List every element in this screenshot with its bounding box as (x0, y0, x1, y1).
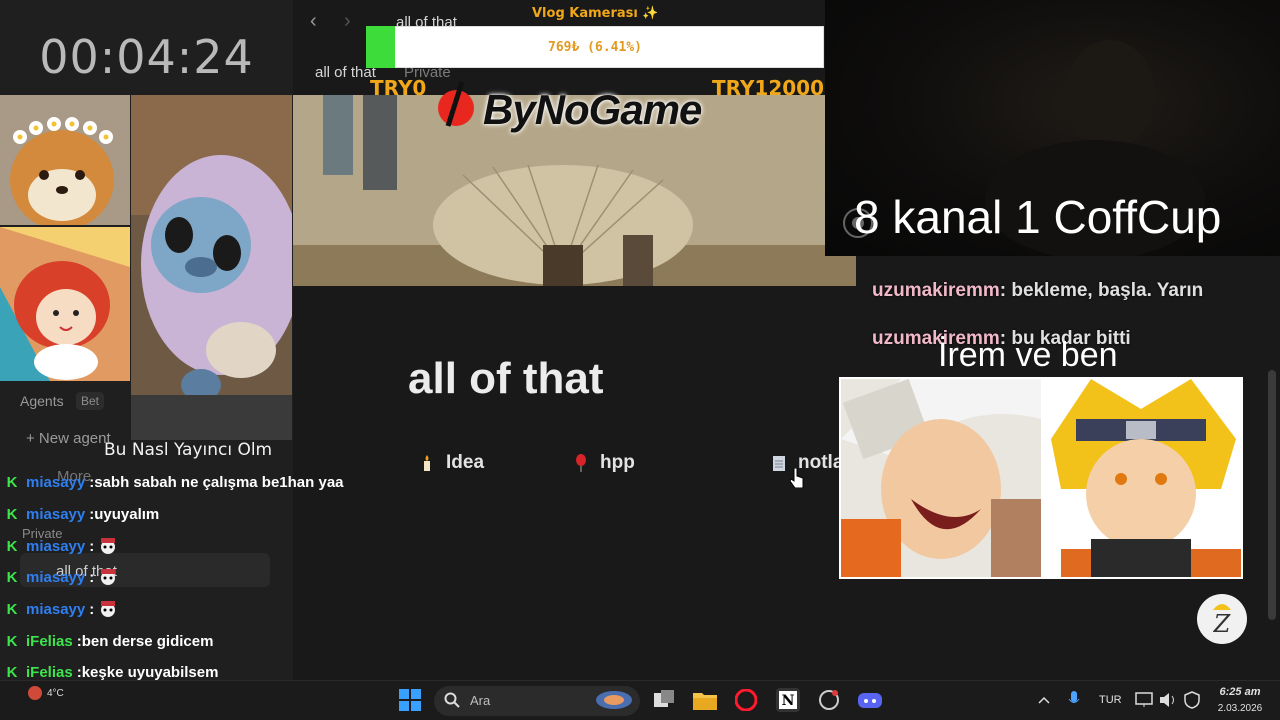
chat-separator: : (89, 537, 95, 555)
chat-line: Kmiasayy: (4, 565, 120, 589)
ponyo-photo (0, 227, 130, 381)
balloon-icon (574, 454, 588, 472)
kick-badge-icon: K (6, 537, 18, 555)
chat-separator: : (89, 568, 95, 586)
shield-icon[interactable] (1180, 688, 1204, 712)
sponsor-logo: ByNoGame (483, 86, 702, 133)
shiba-plush-photo (0, 95, 130, 225)
chat-username: miasayy (26, 473, 86, 491)
duck-logo-button[interactable]: Z (1197, 594, 1247, 644)
obs-icon[interactable] (817, 688, 841, 712)
chat-username: iFelias (26, 663, 73, 681)
link-notla[interactable]: notla (772, 452, 843, 474)
forward-arrow-icon[interactable]: › (344, 10, 351, 33)
chat-line: KiFelias: ben derse gidicem (4, 629, 214, 653)
anime-duo-image (839, 377, 1243, 579)
beta-badge: Bet (76, 392, 105, 410)
chat-username: miasayy (26, 505, 86, 523)
notepad-icon (772, 454, 786, 472)
svg-text:Z: Z (1213, 610, 1232, 638)
clock-date[interactable]: 2.03.2026 (1210, 703, 1270, 714)
photo-caption: Bu Nasl Yayıncı Olm (104, 440, 273, 460)
donation-goal-title: Vlog Kamerası ✨ (532, 6, 659, 21)
language-indicator[interactable]: TUR (1099, 694, 1122, 706)
file-explorer-icon[interactable] (693, 688, 717, 712)
chat-username: uzumakiremm (872, 280, 1000, 301)
chat-message: bekleme, başla. Yarın (1011, 280, 1204, 301)
emote-icon (98, 537, 120, 555)
kick-badge-icon: K (6, 473, 18, 491)
kick-badge-icon: K (6, 505, 18, 523)
windows-start-icon[interactable] (398, 688, 422, 712)
overlay-chat-line: uzumakiremm: bekleme, başla. Yarın (872, 280, 1204, 301)
chat-username: iFelias (26, 632, 73, 650)
weather-temp: 4°C (47, 688, 64, 699)
emote-icon (98, 600, 120, 618)
search-icon (444, 692, 460, 713)
back-arrow-icon[interactable]: ‹ (310, 10, 317, 33)
link-hpp[interactable]: hpp (574, 452, 635, 474)
svg-text:N: N (782, 693, 795, 709)
microphone-icon[interactable] (1062, 688, 1086, 712)
chat-username: miasayy (26, 568, 86, 586)
chat-message: keşke uyuyabilsem (81, 663, 219, 681)
chevron-up-icon[interactable] (1032, 688, 1056, 712)
chat-message: sabh sabah ne çalışma be1han yaa (94, 473, 344, 491)
donation-max-label: TRY12000 (712, 76, 825, 100)
chat-separator: : (89, 600, 95, 618)
link-label: hpp (600, 452, 635, 473)
kick-badge-icon: K (6, 600, 18, 618)
scrollbar[interactable] (1268, 370, 1276, 620)
link-label: notla (798, 452, 844, 473)
discord-icon[interactable] (858, 688, 882, 712)
donation-min-label: TRY0 (370, 76, 427, 100)
kick-badge-icon: K (6, 663, 18, 681)
search-placeholder: Ara (470, 693, 491, 708)
emote-icon (98, 568, 120, 586)
stream-timer: 00:04:24 (39, 30, 254, 84)
clock-time[interactable]: 6:25 am (1210, 686, 1270, 698)
chat-line: Kmiasayy: sabh sabah ne çalışma be1han y… (4, 470, 344, 494)
new-agent-button[interactable]: + New agent (26, 430, 111, 447)
stream-title: 8 kanal 1 CoffCup (854, 191, 1222, 243)
link-label: Idea (446, 452, 485, 473)
sidebar-agents-label: Agents (20, 393, 64, 409)
kick-badge-icon: K (6, 632, 18, 650)
mouse-cursor-icon (789, 467, 804, 493)
link-idea[interactable]: Idea (420, 452, 484, 474)
weather-icon (26, 684, 44, 707)
search-highlight-icon (594, 689, 634, 716)
chat-username: miasayy (26, 537, 86, 555)
task-view-icon[interactable] (652, 688, 676, 712)
chat-line: Kmiasayy: uyuyalım (4, 502, 160, 526)
chat-line: Kmiasayy: (4, 597, 120, 621)
kick-badge-icon: K (6, 568, 18, 586)
candle-icon (420, 454, 434, 472)
chat-message: uyuyalım (94, 505, 160, 523)
chat-username: miasayy (26, 600, 86, 618)
donation-amount: 769₺ (6.41%) (548, 39, 642, 55)
opera-icon[interactable] (734, 688, 758, 712)
volume-icon[interactable] (1156, 688, 1180, 712)
taskbar (0, 680, 1280, 720)
chat-line: Kmiasayy: (4, 534, 120, 558)
stitch-plush-photo (131, 95, 292, 440)
duo-caption: İrem ve ben (938, 336, 1118, 374)
chat-message: ben derse gidicem (81, 632, 214, 650)
sponsor-logo-icon (436, 80, 476, 130)
display-icon[interactable] (1132, 688, 1156, 712)
page-title[interactable]: all of that (408, 354, 604, 404)
notion-icon[interactable]: N (776, 688, 800, 712)
